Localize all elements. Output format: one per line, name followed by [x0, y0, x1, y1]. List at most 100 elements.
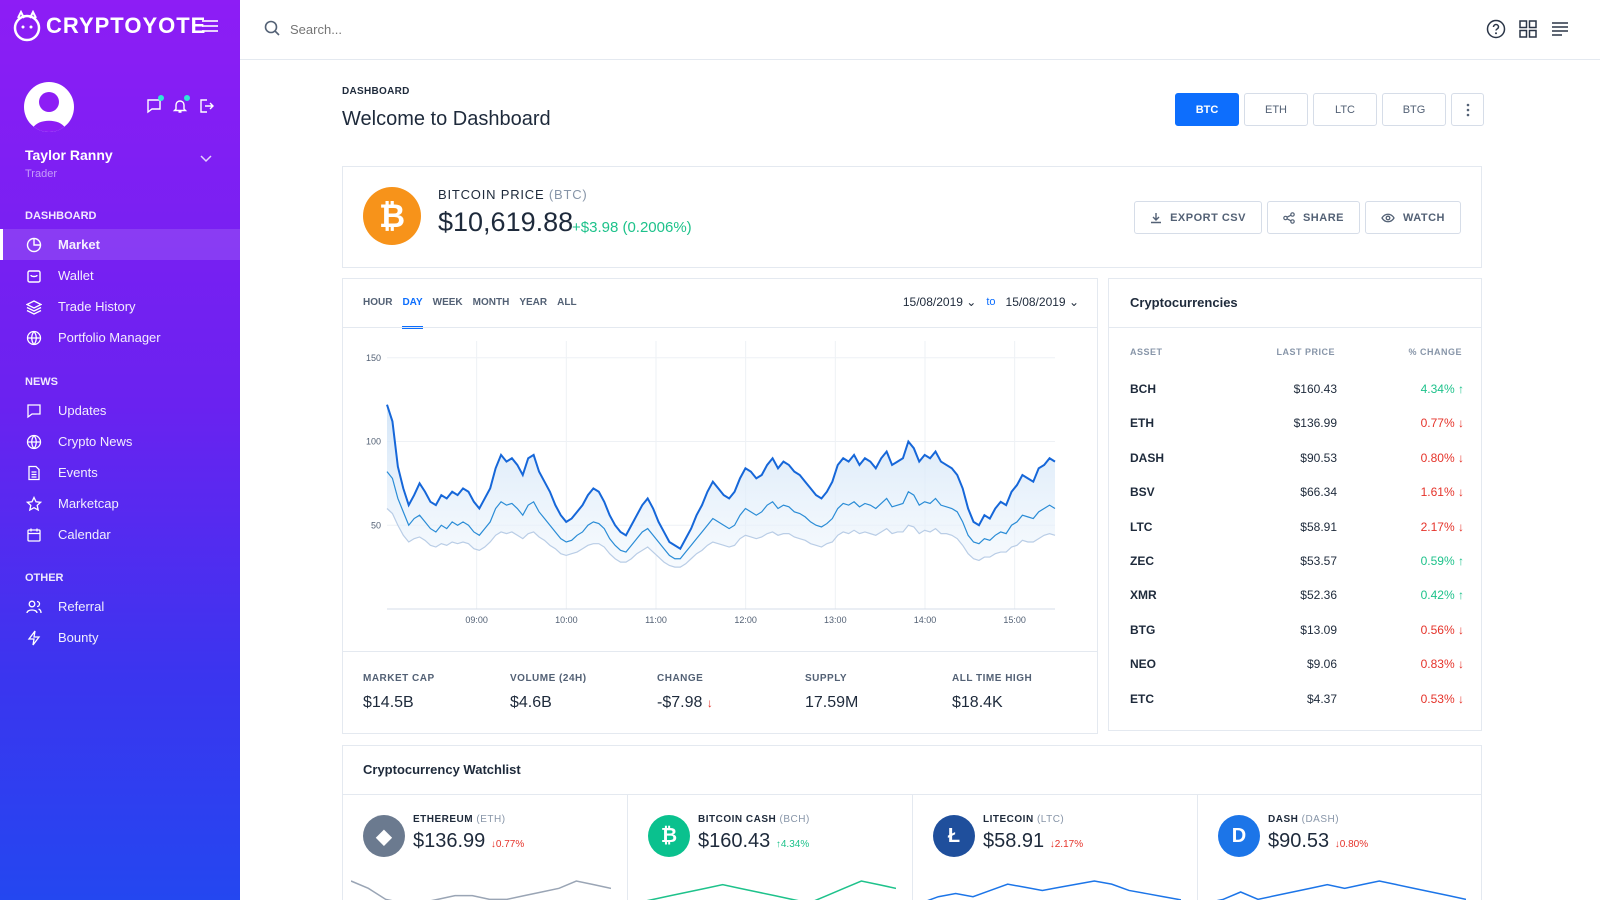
sidebar-item-bounty[interactable]: Bounty [0, 622, 240, 653]
table-row[interactable]: ZEC $53.57 0.59% ↑ [1109, 554, 1483, 589]
sidebar-item-updates[interactable]: Updates [0, 395, 240, 426]
export-csv-button[interactable]: EXPORT CSV [1134, 201, 1262, 234]
tab-hour[interactable]: HOUR [363, 297, 392, 327]
nav-heading: OTHER [25, 572, 64, 584]
last-price: $90.53 [1300, 450, 1337, 465]
table-row[interactable]: ETH $136.99 0.77% ↓ [1109, 416, 1483, 451]
coin-price: $58.91 ↓2.17% [983, 830, 1084, 852]
coin-change: ↓2.17% [1049, 839, 1084, 850]
sidebar-item-events[interactable]: Events [0, 457, 240, 488]
stat-supply: SUPPLY 17.59M [805, 673, 859, 711]
tab-btc[interactable]: BTC [1175, 93, 1239, 126]
coin-price: $160.43 ↑4.34% [698, 830, 810, 852]
y-tick-label: 150 [366, 353, 381, 363]
bitcoin-cash-icon: ₿ [648, 815, 690, 857]
sidebar-item-crypto-news[interactable]: Crypto News [0, 426, 240, 457]
tab-eth[interactable]: ETH [1244, 93, 1308, 126]
tab-month[interactable]: MONTH [473, 297, 510, 327]
asset-symbol: DASH [1130, 450, 1165, 465]
user-role: Trader [25, 168, 57, 180]
sidebar-item-label: Crypto News [58, 434, 133, 449]
y-tick-label: 100 [366, 437, 381, 447]
arrow-up-icon: ↑ [1458, 588, 1464, 603]
logout-icon[interactable] [198, 98, 214, 114]
chevron-down-icon[interactable] [200, 150, 212, 168]
last-price: $52.36 [1300, 588, 1337, 603]
card-title: Cryptocurrency Watchlist [363, 762, 521, 777]
sidebar-item-referral[interactable]: Referral [0, 591, 240, 622]
price-area [387, 404, 1055, 568]
date-from-picker[interactable]: 15/08/2019 ⌄ [903, 295, 976, 309]
table-row[interactable]: XMR $52.36 0.42% ↑ [1109, 588, 1483, 623]
table-row[interactable]: DASH $90.53 0.80% ↓ [1109, 451, 1483, 486]
table-row[interactable]: LTC $58.91 2.17% ↓ [1109, 520, 1483, 555]
tab-year[interactable]: YEAR [519, 297, 547, 327]
more-options-button[interactable] [1451, 93, 1484, 126]
brand-logo[interactable]: CRYPTOYOTE [12, 10, 206, 42]
sidebar-item-trade-history[interactable]: Trade History [0, 291, 240, 322]
avatar[interactable] [24, 82, 74, 132]
column-header-asset[interactable]: ASSET [1130, 347, 1163, 357]
arrow-down-icon: ↓ [1458, 450, 1464, 465]
x-tick-label: 09:00 [465, 615, 488, 625]
breadcrumb: DASHBOARD [342, 86, 410, 97]
table-row[interactable]: NEO $9.06 0.83% ↓ [1109, 657, 1483, 692]
watchlist-item[interactable]: D DASH (DASH) $90.53 ↓0.80% [1198, 795, 1483, 900]
watchlist-card: Cryptocurrency Watchlist ◆ ETHEREUM (ETH)… [342, 745, 1482, 900]
sidebar-item-wallet[interactable]: Wallet [0, 260, 240, 291]
x-tick-label: 15:00 [1003, 615, 1026, 625]
watch-button[interactable]: WATCH [1364, 201, 1461, 234]
column-header-change[interactable]: % CHANGE [1408, 347, 1462, 357]
nav-heading: DASHBOARD [25, 210, 97, 222]
arrow-down-icon: ↓ [1458, 622, 1464, 637]
date-to-picker[interactable]: 15/08/2019 ⌄ [1006, 295, 1079, 309]
brand-name: CRYPTOYOTE [46, 13, 207, 38]
coin-change: ↑4.34% [775, 839, 810, 850]
watchlist-item[interactable]: Ł LITECOIN (LTC) $58.91 ↓2.17% [913, 795, 1198, 900]
cryptocurrencies-card: Cryptocurrencies ASSET LAST PRICE % CHAN… [1108, 278, 1482, 731]
watchlist-item[interactable]: ₿ BITCOIN CASH (BCH) $160.43 ↑4.34% [628, 795, 913, 900]
coin-tabs: BTC ETH LTC BTG [1175, 93, 1484, 126]
arrow-down-icon: ↓ [1458, 485, 1464, 500]
sidebar-item-portfolio-manager[interactable]: Portfolio Manager [0, 322, 240, 353]
sidebar-item-marketcap[interactable]: Marketcap [0, 488, 240, 519]
price-label: BITCOIN PRICE (BTC) [438, 187, 588, 202]
sidebar-item-label: Marketcap [58, 496, 119, 511]
table-row[interactable]: ETC $4.37 0.53% ↓ [1109, 692, 1483, 727]
date-to-label: to [986, 296, 996, 308]
share-button[interactable]: SHARE [1266, 201, 1360, 234]
bell-icon[interactable] [172, 95, 190, 114]
table-row[interactable]: BTG $13.09 0.56% ↓ [1109, 623, 1483, 658]
tab-btg[interactable]: BTG [1382, 93, 1446, 126]
search-input[interactable] [290, 22, 590, 37]
menu-toggle-icon[interactable] [202, 20, 218, 33]
pie-chart-icon [25, 236, 43, 254]
search-bar [264, 20, 590, 39]
x-tick-label: 14:00 [914, 615, 937, 625]
asset-symbol: BSV [1130, 485, 1155, 500]
menu-lines-icon[interactable] [1550, 19, 1570, 44]
eye-icon [1381, 213, 1395, 222]
ethereum-icon: ◆ [363, 815, 405, 857]
last-price: $4.37 [1306, 691, 1337, 706]
help-icon[interactable] [1486, 19, 1506, 44]
sidebar-item-calendar[interactable]: Calendar [0, 519, 240, 550]
tab-day[interactable]: DAY [402, 297, 423, 329]
search-icon[interactable] [264, 20, 280, 39]
tab-week[interactable]: WEEK [433, 297, 463, 327]
tab-all[interactable]: ALL [557, 297, 576, 327]
dash-icon: D [1218, 815, 1260, 857]
sidebar-item-market[interactable]: Market [0, 229, 240, 260]
table-row[interactable]: BCH $160.43 4.34% ↑ [1109, 382, 1483, 417]
sidebar-item-label: Market [58, 237, 100, 252]
user-name: Taylor Ranny [25, 147, 113, 163]
column-header-last-price[interactable]: LAST PRICE [1276, 347, 1335, 357]
grid-icon[interactable] [1518, 19, 1538, 44]
asset-symbol: BCH [1130, 382, 1156, 396]
table-row[interactable]: BSV $66.34 1.61% ↓ [1109, 485, 1483, 520]
tab-ltc[interactable]: LTC [1313, 93, 1377, 126]
chat-icon[interactable] [146, 95, 164, 114]
watchlist-item[interactable]: ◆ ETHEREUM (ETH) $136.99 ↓0.77% [343, 795, 628, 900]
range-tabs: HOUR DAY WEEK MONTH YEAR ALL [363, 297, 577, 329]
calendar-icon [25, 526, 43, 544]
